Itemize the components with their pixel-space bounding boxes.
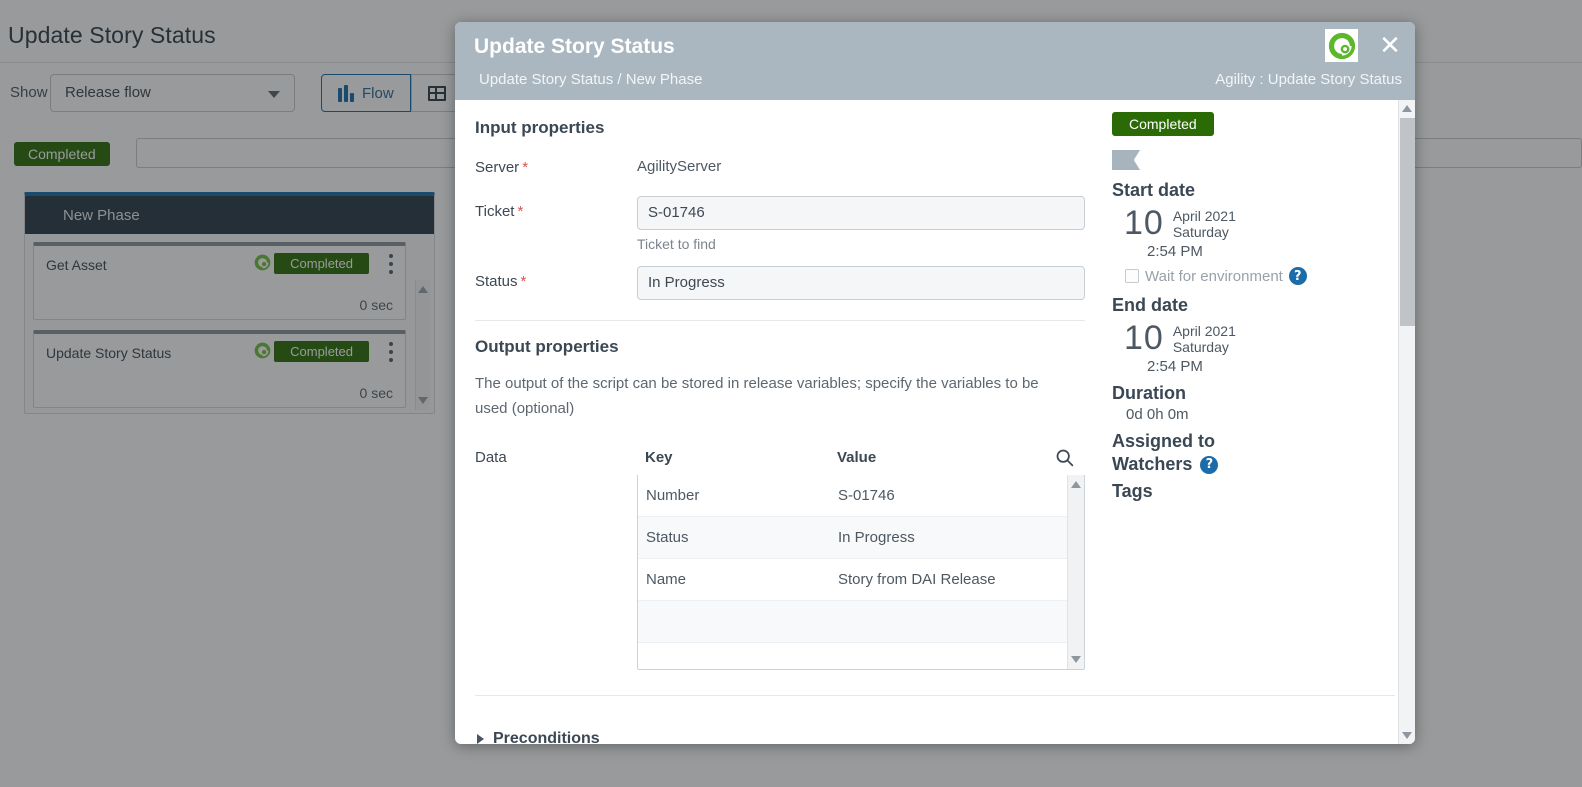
- start-time: 2:54 PM: [1147, 243, 1203, 260]
- search-icon[interactable]: [1054, 447, 1075, 473]
- dialog-main-column: Input properties Server * AgilityServer T…: [455, 100, 1095, 744]
- scroll-up-icon[interactable]: [1402, 105, 1412, 112]
- table-row[interactable]: Number S-01746: [638, 475, 1067, 517]
- dialog-sidebar: Completed Start date 10 April 2021 Satur…: [1110, 100, 1398, 744]
- start-date-block: 10 April 2021 Saturday: [1112, 205, 1398, 241]
- server-value: AgilityServer: [637, 158, 722, 175]
- table-row[interactable]: Status In Progress: [638, 517, 1067, 559]
- scroll-down-icon[interactable]: [1402, 732, 1412, 739]
- table-row[interactable]: [638, 601, 1067, 643]
- wait-for-environment-label: Wait for environment: [1145, 267, 1283, 285]
- data-table-scrollbar[interactable]: [1067, 475, 1084, 669]
- help-icon[interactable]: ?: [1288, 267, 1307, 285]
- status-input[interactable]: In Progress: [637, 266, 1085, 300]
- divider: [475, 320, 1085, 321]
- scroll-up-icon[interactable]: [1071, 481, 1081, 488]
- dialog-header: Update Story Status Update Story Status …: [455, 22, 1415, 100]
- required-marker: *: [520, 273, 527, 290]
- column-header-value: Value: [837, 449, 877, 466]
- duration-value: 0d 0h 0m: [1126, 406, 1189, 423]
- cell-value: Story from DAI Release: [838, 571, 996, 588]
- data-table-scroll-area: Number S-01746 Status In Progress Name S…: [638, 475, 1084, 669]
- wait-for-environment-checkbox[interactable]: [1125, 269, 1139, 283]
- input-properties-heading: Input properties: [475, 118, 605, 137]
- cell-key: Number: [646, 487, 700, 504]
- close-icon[interactable]: ✕: [1377, 33, 1403, 60]
- ticket-label: Ticket *: [475, 203, 524, 220]
- watchers-label: Watchers: [1112, 454, 1193, 474]
- data-label: Data: [475, 449, 507, 466]
- divider: [475, 695, 1395, 696]
- field-ticket: Ticket * S-01746 Ticket to find: [475, 196, 1095, 252]
- dialog-title: Update Story Status: [474, 35, 675, 58]
- table-row[interactable]: Name Story from DAI Release: [638, 559, 1067, 601]
- task-status-badge: Completed: [1112, 112, 1214, 136]
- cell-key: Status: [646, 529, 689, 546]
- start-day: 10: [1124, 204, 1164, 242]
- end-date-label: End date: [1112, 295, 1189, 315]
- assigned-to-label: Assigned to: [1112, 431, 1216, 451]
- dialog-context: Agility : Update Story Status: [1215, 71, 1402, 88]
- data-table: Number S-01746 Status In Progress Name S…: [637, 475, 1085, 670]
- ticket-input[interactable]: S-01746: [637, 196, 1085, 230]
- watchers-row: Watchers ?: [1112, 454, 1398, 475]
- chevron-right-icon: [477, 734, 484, 744]
- start-month-weekday: April 2021 Saturday: [1172, 208, 1236, 240]
- ticket-help-text: Ticket to find: [637, 236, 716, 252]
- dialog-scrollbar[interactable]: [1398, 100, 1415, 744]
- data-table-rows: Number S-01746 Status In Progress Name S…: [638, 475, 1067, 669]
- cell-value: In Progress: [838, 529, 915, 546]
- start-date-label: Start date: [1112, 180, 1196, 200]
- help-icon[interactable]: ?: [1200, 455, 1219, 474]
- dialog-body: Input properties Server * AgilityServer T…: [455, 100, 1415, 744]
- cell-key: Name: [646, 571, 687, 588]
- data-table-section: Data Key Value Number S-01746 Status In …: [475, 441, 1095, 670]
- output-properties-heading: Output properties: [475, 337, 619, 356]
- wait-for-environment-row[interactable]: Wait for environment ?: [1112, 267, 1398, 285]
- data-table-header: Key Value: [637, 441, 1085, 475]
- column-header-key: Key: [645, 449, 673, 466]
- server-label: Server *: [475, 159, 529, 176]
- tags-label: Tags: [1112, 481, 1153, 501]
- required-marker: *: [517, 203, 524, 220]
- breadcrumb: Update Story Status / New Phase: [479, 71, 703, 88]
- field-server: Server * AgilityServer: [475, 152, 1095, 186]
- end-time: 2:54 PM: [1147, 358, 1203, 375]
- field-status: Status * In Progress: [475, 266, 1095, 300]
- preconditions-label: Preconditions: [493, 730, 600, 744]
- end-day: 10: [1124, 319, 1164, 357]
- cell-value: S-01746: [838, 487, 895, 504]
- table-row[interactable]: [638, 643, 1067, 669]
- required-marker: *: [522, 159, 529, 176]
- preconditions-section-toggle[interactable]: Preconditions: [477, 730, 600, 744]
- output-description: The output of the script can be stored i…: [475, 375, 1039, 417]
- scroll-down-icon[interactable]: [1071, 656, 1081, 663]
- scrollbar-thumb[interactable]: [1400, 118, 1415, 326]
- screen: Update Story Status Show Release flow Fl…: [0, 0, 1582, 787]
- end-date-block: 10 April 2021 Saturday: [1112, 320, 1398, 356]
- flag-icon: [1112, 150, 1140, 170]
- status-label: Status *: [475, 273, 527, 290]
- agility-logo-icon: [1325, 29, 1358, 62]
- duration-label: Duration: [1112, 383, 1186, 403]
- end-month-weekday: April 2021 Saturday: [1172, 323, 1236, 355]
- update-story-status-dialog: Update Story Status Update Story Status …: [455, 22, 1415, 744]
